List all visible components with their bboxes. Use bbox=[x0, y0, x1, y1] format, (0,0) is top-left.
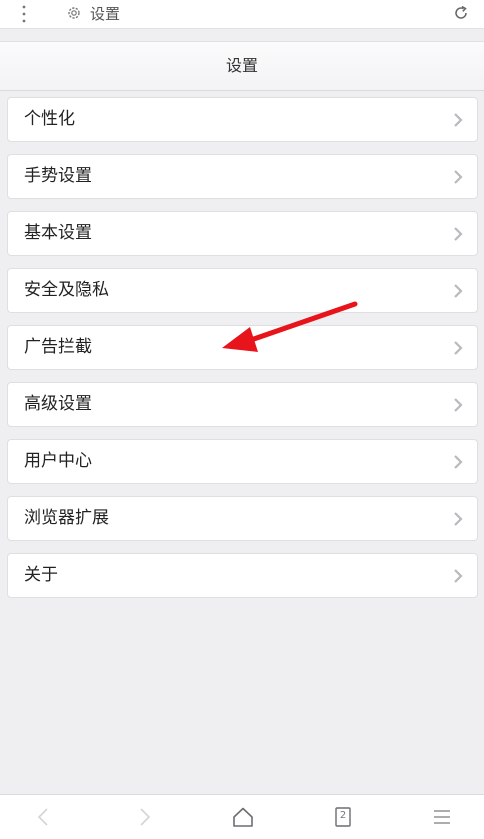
settings-item-label: 个性化 bbox=[24, 109, 75, 129]
settings-item-advanced[interactable]: 高级设置 bbox=[7, 382, 478, 427]
settings-item-about[interactable]: 关于 bbox=[7, 553, 478, 598]
top-bar: 设置 bbox=[0, 0, 484, 29]
settings-item-personalization[interactable]: 个性化 bbox=[7, 97, 478, 142]
home-icon[interactable] bbox=[231, 805, 255, 829]
chevron-right-icon bbox=[454, 227, 463, 241]
settings-item-label: 用户中心 bbox=[24, 451, 92, 471]
chevron-right-icon bbox=[454, 341, 463, 355]
chevron-right-icon bbox=[454, 398, 463, 412]
settings-item-ad-block[interactable]: 广告拦截 bbox=[7, 325, 478, 370]
settings-item-label: 关于 bbox=[24, 565, 58, 585]
more-vertical-icon[interactable] bbox=[19, 4, 29, 24]
chevron-right-icon bbox=[454, 113, 463, 127]
settings-item-label: 广告拦截 bbox=[24, 337, 92, 357]
chevron-right-icon bbox=[454, 170, 463, 184]
menu-icon[interactable] bbox=[430, 805, 454, 829]
forward-icon[interactable] bbox=[132, 805, 156, 829]
tab-count: 2 bbox=[339, 810, 347, 821]
tabs-button[interactable]: 2 bbox=[331, 805, 355, 829]
page-header: 设置 bbox=[0, 41, 484, 91]
settings-item-label: 浏览器扩展 bbox=[24, 508, 109, 528]
gear-icon bbox=[68, 7, 80, 19]
settings-item-label: 高级设置 bbox=[24, 394, 92, 414]
settings-item-gestures[interactable]: 手势设置 bbox=[7, 154, 478, 199]
settings-item-label: 基本设置 bbox=[24, 223, 92, 243]
settings-item-label: 安全及隐私 bbox=[24, 280, 109, 300]
settings-item-extensions[interactable]: 浏览器扩展 bbox=[7, 496, 478, 541]
reload-icon[interactable] bbox=[452, 4, 470, 22]
page-title: 设置 bbox=[225, 56, 258, 75]
settings-item-basic[interactable]: 基本设置 bbox=[7, 211, 478, 256]
top-bar-title: 设置 bbox=[90, 5, 121, 23]
back-icon[interactable] bbox=[32, 805, 56, 829]
settings-item-user-center[interactable]: 用户中心 bbox=[7, 439, 478, 484]
settings-item-security-privacy[interactable]: 安全及隐私 bbox=[7, 268, 478, 313]
bottom-toolbar: 2 bbox=[0, 794, 484, 839]
settings-item-label: 手势设置 bbox=[24, 166, 92, 186]
chevron-right-icon bbox=[454, 512, 463, 526]
chevron-right-icon bbox=[454, 569, 463, 583]
chevron-right-icon bbox=[454, 455, 463, 469]
chevron-right-icon bbox=[454, 284, 463, 298]
settings-list: 个性化 手势设置 基本设置 安全及隐私 广告拦截 高级设置 用户中心 浏览器扩展… bbox=[7, 97, 478, 610]
